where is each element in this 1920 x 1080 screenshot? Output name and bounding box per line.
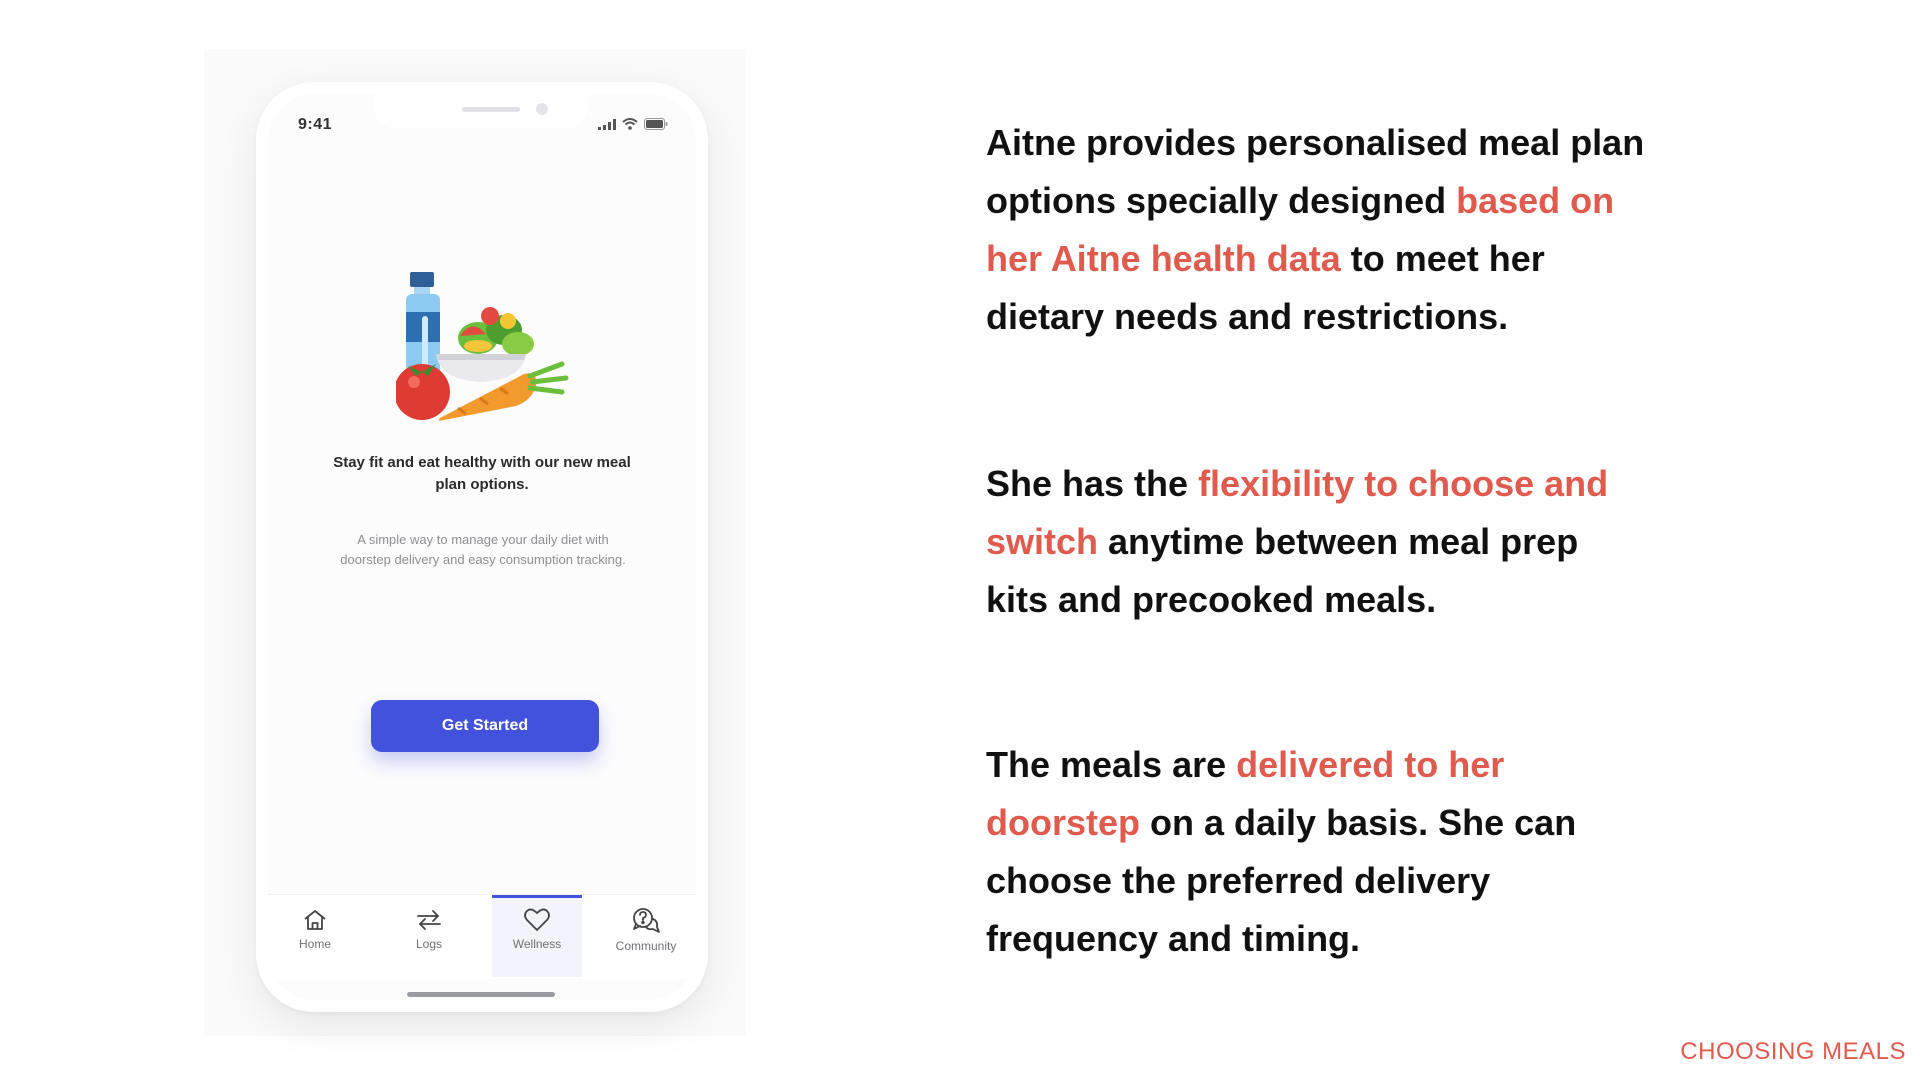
phone-screen: 9:41 Stay fit and eat healthy with our n… — [268, 94, 696, 1000]
battery-icon — [644, 118, 668, 130]
onboarding-description: A simple way to manage your daily diet w… — [340, 532, 626, 567]
front-camera — [536, 103, 548, 115]
swap-arrows-icon — [417, 910, 441, 930]
copy-text: The meals are — [986, 744, 1237, 785]
meal-plan-illustration — [396, 272, 569, 421]
copy-text: She has the — [986, 463, 1199, 504]
tab-community[interactable]: Community — [601, 895, 691, 977]
chat-question-icon — [633, 908, 660, 933]
tab-home[interactable]: Home — [270, 895, 360, 977]
tab-label: Community — [615, 939, 677, 953]
tab-label: Logs — [415, 937, 443, 951]
tab-label: Home — [298, 937, 331, 951]
wifi-icon — [622, 118, 638, 130]
bottom-tab-bar: Home Logs Wellness Community — [268, 894, 696, 979]
tab-wellness[interactable]: Wellness — [492, 895, 582, 977]
section-tag: CHOOSING MEALS — [1680, 1038, 1906, 1065]
phone-notch — [374, 94, 588, 128]
signal-icon — [598, 118, 616, 130]
home-icon — [304, 910, 326, 930]
copy-paragraph-1: Aitne provides personalised meal plan op… — [986, 114, 1646, 346]
tab-label: Wellness — [512, 937, 562, 951]
phone-mockup: 9:41 Stay fit and eat healthy with our n… — [256, 82, 708, 1012]
copy-paragraph-3: The meals are delivered to her doorstep … — [986, 736, 1646, 968]
tab-logs[interactable]: Logs — [384, 895, 474, 977]
home-indicator — [407, 992, 555, 997]
onboarding-headline: Stay fit and eat healthy with our new me… — [333, 454, 631, 493]
status-time: 9:41 — [298, 116, 333, 133]
get-started-button[interactable]: Get Started — [371, 700, 599, 752]
status-icons — [598, 118, 668, 130]
speaker-grille — [462, 107, 520, 112]
heart-icon — [524, 908, 550, 931]
copy-paragraph-2: She has the flexibility to choose and sw… — [986, 455, 1646, 629]
